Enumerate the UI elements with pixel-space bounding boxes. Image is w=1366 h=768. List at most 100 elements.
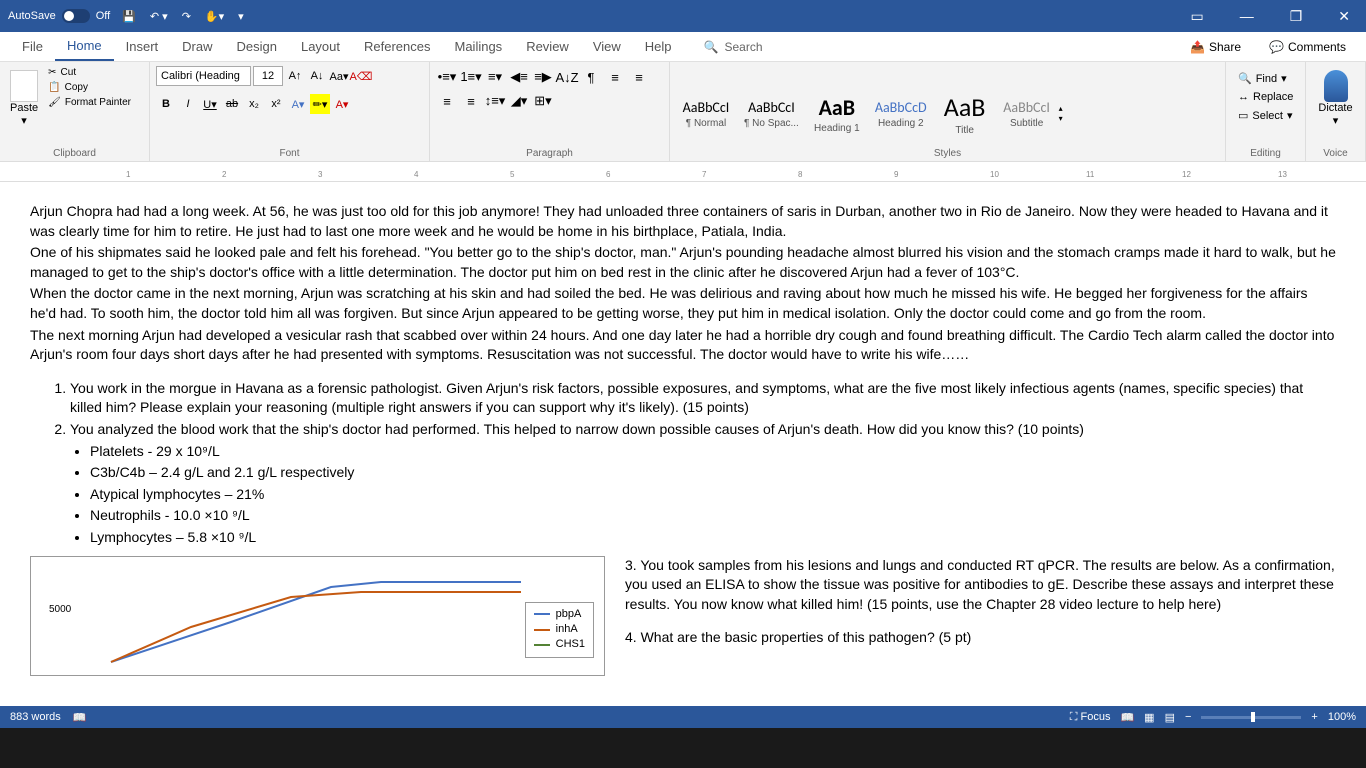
word-count[interactable]: 883 words bbox=[10, 711, 61, 723]
tab-help[interactable]: Help bbox=[633, 33, 684, 60]
font-label: Font bbox=[279, 148, 299, 159]
close-icon[interactable]: ✕ bbox=[1330, 4, 1358, 29]
grow-font-button[interactable]: A↑ bbox=[285, 66, 305, 86]
zoom-out-button[interactable]: − bbox=[1185, 711, 1191, 723]
style-item[interactable]: AaBbCcI¶ Normal bbox=[676, 97, 736, 131]
align-right-button[interactable]: ≡ bbox=[436, 90, 458, 112]
doc-paragraph[interactable]: The next morning Arjun had developed a v… bbox=[30, 326, 1336, 365]
taskbar[interactable] bbox=[0, 728, 1366, 768]
doc-paragraph[interactable]: Arjun Chopra had had a long week. At 56,… bbox=[30, 202, 1336, 241]
tab-review[interactable]: Review bbox=[514, 33, 581, 60]
subscript-button[interactable]: x₂ bbox=[244, 94, 264, 114]
styles-scroll[interactable]: ▴▾ bbox=[1059, 104, 1063, 124]
superscript-button[interactable]: x² bbox=[266, 94, 286, 114]
tab-design[interactable]: Design bbox=[225, 33, 289, 60]
doc-paragraph[interactable]: 4. What are the basic properties of this… bbox=[625, 628, 1336, 648]
microphone-icon bbox=[1324, 70, 1348, 102]
doc-paragraph[interactable]: When the doctor came in the next morning… bbox=[30, 284, 1336, 323]
align-center-button[interactable]: ≡ bbox=[628, 66, 650, 88]
ribbon-display-icon[interactable]: ▭ bbox=[1182, 4, 1211, 29]
tab-draw[interactable]: Draw bbox=[170, 33, 224, 60]
italic-button[interactable]: I bbox=[178, 94, 198, 114]
proofing-icon[interactable]: 📖 bbox=[73, 711, 87, 724]
list-item[interactable]: Neutrophils - 10.0 ×10 ⁹/L bbox=[90, 506, 1336, 526]
font-color-button[interactable]: A▾ bbox=[332, 94, 352, 114]
toggle-switch[interactable] bbox=[62, 9, 90, 23]
line-spacing-button[interactable]: ↕≡▾ bbox=[484, 90, 506, 112]
list-item[interactable]: Lymphocytes – 5.8 ×10 ⁹/L bbox=[90, 528, 1336, 548]
decrease-indent-button[interactable]: ◀≡ bbox=[508, 66, 530, 88]
highlight-button[interactable]: ✏▾ bbox=[310, 94, 330, 114]
tab-home[interactable]: Home bbox=[55, 32, 114, 61]
justify-button[interactable]: ≡ bbox=[460, 90, 482, 112]
tab-file[interactable]: File bbox=[10, 33, 55, 60]
tab-references[interactable]: References bbox=[352, 33, 442, 60]
strikethrough-button[interactable]: ab bbox=[222, 94, 242, 114]
format-painter-button[interactable]: 🖌Format Painter bbox=[46, 96, 133, 109]
undo-icon[interactable]: ↶ ▾ bbox=[150, 10, 168, 23]
style-item[interactable]: AaBHeading 1 bbox=[807, 92, 867, 136]
tab-layout[interactable]: Layout bbox=[289, 33, 352, 60]
style-item[interactable]: AaBbCcI¶ No Spac... bbox=[738, 97, 805, 131]
doc-paragraph[interactable]: One of his shipmates said he looked pale… bbox=[30, 243, 1336, 282]
tab-mailings[interactable]: Mailings bbox=[443, 33, 515, 60]
tab-view[interactable]: View bbox=[581, 33, 633, 60]
zoom-slider[interactable] bbox=[1201, 716, 1301, 719]
shrink-font-button[interactable]: A↓ bbox=[307, 66, 327, 86]
bullets-button[interactable]: •≡▾ bbox=[436, 66, 458, 88]
font-name-input[interactable] bbox=[156, 66, 251, 86]
list-item[interactable]: Platelets - 29 x 10⁹/L bbox=[90, 442, 1336, 462]
focus-button[interactable]: ⛶ Focus bbox=[1070, 711, 1111, 724]
web-layout-icon[interactable]: ▤ bbox=[1165, 711, 1175, 724]
style-item[interactable]: AaBTitle bbox=[935, 89, 995, 138]
copy-button[interactable]: 📋Copy bbox=[46, 81, 133, 94]
replace-button[interactable]: ↔Replace bbox=[1236, 89, 1295, 105]
search-box[interactable]: 🔍 Search bbox=[704, 40, 763, 54]
increase-indent-button[interactable]: ≡▶ bbox=[532, 66, 554, 88]
bold-button[interactable]: B bbox=[156, 94, 176, 114]
shading-button[interactable]: ◢▾ bbox=[508, 90, 530, 112]
print-layout-icon[interactable]: ▦ bbox=[1144, 711, 1154, 724]
style-item[interactable]: AaBbCcISubtitle bbox=[997, 97, 1057, 131]
underline-button[interactable]: U▾ bbox=[200, 94, 220, 114]
borders-button[interactable]: ⊞▾ bbox=[532, 90, 554, 112]
zoom-level[interactable]: 100% bbox=[1328, 711, 1356, 723]
style-item[interactable]: AaBbCcDHeading 2 bbox=[869, 97, 933, 131]
clear-format-button[interactable]: A⌫ bbox=[351, 66, 371, 86]
zoom-in-button[interactable]: + bbox=[1311, 711, 1317, 723]
change-case-button[interactable]: Aa▾ bbox=[329, 66, 349, 86]
read-mode-icon[interactable]: 📖 bbox=[1120, 711, 1134, 724]
list-item[interactable]: C3b/C4b – 2.4 g/L and 2.1 g/L respective… bbox=[90, 463, 1336, 483]
redo-icon[interactable]: ↷ bbox=[182, 10, 191, 23]
share-button[interactable]: 📤Share bbox=[1180, 36, 1251, 58]
paste-button[interactable]: Paste▾ bbox=[6, 66, 42, 157]
document-area[interactable]: Arjun Chopra had had a long week. At 56,… bbox=[0, 182, 1366, 708]
align-left-button[interactable]: ≡ bbox=[604, 66, 626, 88]
tab-insert[interactable]: Insert bbox=[114, 33, 171, 60]
sort-button[interactable]: A↓Z bbox=[556, 66, 578, 88]
autosave-toggle[interactable]: AutoSave Off bbox=[8, 9, 110, 23]
doc-paragraph[interactable]: 3. You took samples from his lesions and… bbox=[625, 556, 1336, 615]
maximize-icon[interactable]: ❐ bbox=[1282, 4, 1311, 29]
styles-gallery[interactable]: AaBbCcI¶ NormalAaBbCcI¶ No Spac...AaBHea… bbox=[676, 66, 1219, 157]
chart[interactable]: 5000 pbpAinhACHS1 bbox=[30, 556, 605, 676]
paste-icon bbox=[10, 70, 38, 102]
select-button[interactable]: ▭Select ▾ bbox=[1236, 107, 1295, 124]
dictate-button[interactable]: Dictate▾ bbox=[1312, 66, 1359, 131]
ruler[interactable]: 12345678910111213 bbox=[0, 162, 1366, 182]
comments-button[interactable]: 💬Comments bbox=[1259, 36, 1356, 58]
multilevel-button[interactable]: ≡▾ bbox=[484, 66, 506, 88]
cut-button[interactable]: ✂Cut bbox=[46, 66, 133, 79]
text-effects-button[interactable]: A▾ bbox=[288, 94, 308, 114]
list-item[interactable]: Atypical lymphocytes – 21% bbox=[90, 485, 1336, 505]
find-button[interactable]: 🔍Find ▾ bbox=[1236, 70, 1295, 87]
numbering-button[interactable]: 1≡▾ bbox=[460, 66, 482, 88]
list-item[interactable]: You analyzed the blood work that the shi… bbox=[70, 420, 1336, 440]
minimize-icon[interactable]: — bbox=[1232, 4, 1262, 29]
list-item[interactable]: You work in the morgue in Havana as a fo… bbox=[70, 379, 1336, 418]
font-size-input[interactable] bbox=[253, 66, 283, 86]
save-icon[interactable]: 💾 bbox=[122, 10, 136, 23]
customize-qat-icon[interactable]: ▾ bbox=[238, 10, 244, 23]
show-marks-button[interactable]: ¶ bbox=[580, 66, 602, 88]
touch-mode-icon[interactable]: ✋▾ bbox=[205, 10, 224, 23]
